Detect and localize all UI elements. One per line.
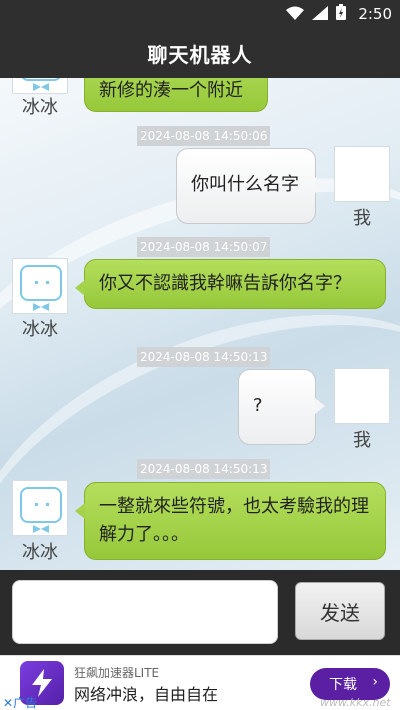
- bot-name: 冰冰: [22, 542, 58, 563]
- message-input[interactable]: [12, 580, 278, 644]
- ad-slogan: 网络冲浪，自由自在: [74, 685, 219, 704]
- status-bar: 2:50: [0, 0, 400, 28]
- chat-area[interactable]: 冰冰 新修的湊一个附近 2024-08-08 14:50:06 你叫什么名字 我…: [0, 78, 400, 570]
- bot-avatar: [12, 480, 68, 536]
- message-timestamp: 2024-08-08 14:50:13: [137, 459, 271, 479]
- user-avatar: [334, 146, 390, 202]
- message-timestamp: 2024-08-08 14:50:07: [137, 237, 271, 257]
- wifi-icon: [286, 5, 305, 24]
- user-name: 我: [353, 208, 371, 229]
- ad-app-name: 狂飙加速器LITE: [74, 666, 160, 680]
- bot-message[interactable]: 你又不認識我幹嘛告訴你名字？: [75, 259, 386, 309]
- lightning-icon: [32, 669, 52, 697]
- battery-icon: [336, 4, 347, 24]
- bot-message[interactable]: 新修的湊一个附近: [84, 78, 268, 112]
- user-avatar: [334, 368, 390, 424]
- bot-avatar: [12, 78, 68, 94]
- chevron-right-icon: ›: [372, 674, 378, 690]
- message-timestamp: 2024-08-08 14:50:13: [137, 347, 271, 367]
- page-title: 聊天机器人: [147, 42, 253, 67]
- clock: 2:50: [358, 5, 392, 23]
- bow-tie-icon: [33, 303, 49, 311]
- app-bar: 聊天机器人: [0, 28, 400, 78]
- ad-label: 广告: [13, 696, 38, 710]
- bot-name: 冰冰: [22, 319, 58, 340]
- ad-close-button[interactable]: ✕广告: [3, 694, 37, 710]
- signal-icon: [312, 5, 329, 24]
- user-message[interactable]: 你叫什么名字: [176, 148, 325, 224]
- download-label: 下载: [329, 677, 357, 693]
- send-button[interactable]: 发送: [295, 582, 385, 640]
- user-message[interactable]: ?: [238, 369, 325, 445]
- message-timestamp: 2024-08-08 14:50:06: [137, 126, 271, 146]
- watermark: www.kkx.net: [320, 696, 391, 709]
- bot-avatar: [12, 258, 68, 314]
- user-name: 我: [353, 430, 371, 451]
- bot-message[interactable]: 一整就來些符號，也太考驗我的理解力了。。。: [75, 482, 386, 560]
- bow-tie-icon: [33, 525, 49, 533]
- close-icon[interactable]: ✕: [3, 696, 13, 710]
- input-area: 发送: [0, 570, 400, 655]
- ad-banner[interactable]: 狂飙加速器LITE 网络冲浪，自由自在 ✕广告 下载 › www.kkx.net: [0, 655, 400, 710]
- bow-tie-icon: [33, 83, 49, 91]
- bot-name: 冰冰: [22, 97, 58, 118]
- status-icons: 2:50: [286, 0, 392, 28]
